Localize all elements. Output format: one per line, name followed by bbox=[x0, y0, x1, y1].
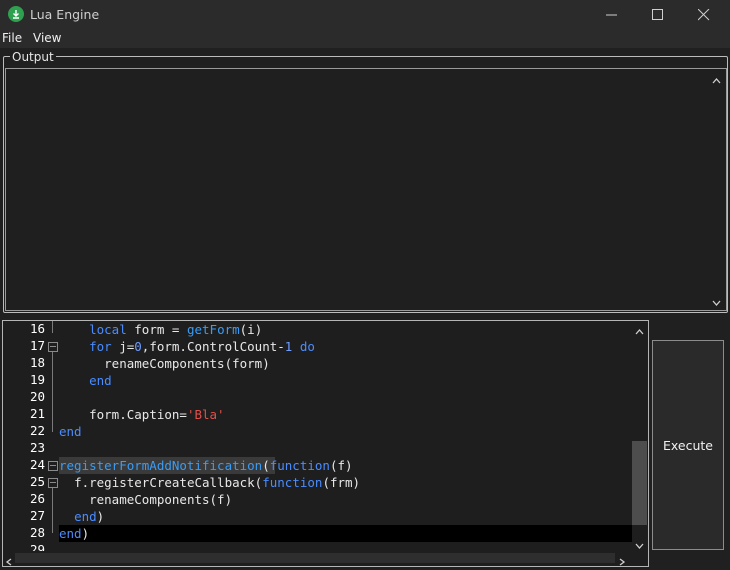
splitter-grip-icon[interactable] bbox=[348, 314, 382, 328]
code-text: f.registerCreateCallback( bbox=[74, 475, 263, 490]
maximize-icon bbox=[652, 9, 663, 20]
code-line: form.Caption='Bla' bbox=[59, 406, 629, 423]
scroll-down-icon[interactable] bbox=[632, 537, 647, 549]
scroll-up-icon[interactable] bbox=[709, 72, 724, 84]
scroll-left-icon[interactable] bbox=[3, 553, 15, 566]
menu-view[interactable]: View bbox=[33, 31, 61, 45]
line-number: 18 bbox=[29, 355, 45, 370]
code-string: 'Bla' bbox=[186, 407, 225, 422]
code-keyword: end bbox=[59, 526, 82, 541]
code-text: (f) bbox=[329, 458, 353, 473]
fold-icon[interactable] bbox=[48, 342, 58, 352]
code-text: renameComponents(form) bbox=[104, 356, 270, 371]
close-icon bbox=[698, 9, 710, 21]
code-keyword: local bbox=[89, 322, 127, 337]
line-number: 25 bbox=[29, 474, 45, 489]
line-number: 26 bbox=[29, 491, 45, 506]
scroll-up-icon[interactable] bbox=[632, 323, 647, 335]
output-scrollbar[interactable] bbox=[709, 69, 724, 309]
scroll-right-icon[interactable] bbox=[616, 553, 628, 566]
code-text: form = bbox=[126, 322, 187, 337]
code-line: f.registerCreateCallback(function(frm) bbox=[59, 474, 629, 491]
line-number: 28 bbox=[29, 525, 45, 540]
code-line: renameComponents(f) bbox=[59, 491, 629, 508]
code-text: j= bbox=[111, 339, 135, 354]
code-keyword: for bbox=[89, 339, 112, 354]
code-text: ) bbox=[81, 526, 90, 541]
output-textarea[interactable] bbox=[5, 68, 727, 311]
code-text: (frm) bbox=[322, 475, 361, 490]
execute-button[interactable]: Execute bbox=[652, 340, 724, 550]
app-download-icon bbox=[8, 6, 24, 22]
close-button[interactable] bbox=[681, 0, 727, 30]
code-text: ( bbox=[262, 458, 270, 473]
output-label: Output bbox=[10, 50, 56, 64]
code-text: ,form.ControlCount- bbox=[141, 339, 285, 354]
code-line: end bbox=[59, 423, 629, 440]
code-function: registerFormAddNotification bbox=[59, 458, 263, 473]
window-title: Lua Engine bbox=[30, 7, 100, 22]
code-editor[interactable]: 16 17 18 19 20 21 22 23 24 25 26 27 28 2… bbox=[2, 320, 649, 567]
code-function: getForm bbox=[186, 322, 240, 337]
minimize-button[interactable] bbox=[589, 0, 635, 30]
menu-bar bbox=[0, 30, 730, 48]
code-line: end) bbox=[59, 508, 629, 525]
minimize-icon bbox=[606, 14, 617, 16]
line-number: 17 bbox=[29, 338, 45, 353]
code-keyword: do bbox=[299, 339, 315, 354]
scroll-down-icon[interactable] bbox=[709, 294, 724, 306]
line-number: 20 bbox=[29, 389, 45, 404]
editor-horizontal-scroll-thumb[interactable] bbox=[15, 553, 615, 563]
line-number: 24 bbox=[29, 457, 45, 472]
code-text: form.Caption= bbox=[89, 407, 187, 422]
code-line: renameComponents(form) bbox=[59, 355, 629, 372]
maximize-button[interactable] bbox=[635, 0, 681, 30]
line-number: 19 bbox=[29, 372, 45, 387]
code-keyword: end bbox=[59, 424, 82, 439]
code-keyword: end bbox=[89, 373, 112, 388]
line-number: 27 bbox=[29, 508, 45, 523]
code-text: renameComponents(f) bbox=[89, 492, 233, 507]
code-text: ) bbox=[96, 509, 105, 524]
code-line: local form = getForm(i) bbox=[59, 321, 629, 338]
code-line: end bbox=[59, 372, 629, 389]
code-line: for j=0,form.ControlCount-1 do bbox=[59, 338, 629, 355]
fold-guide bbox=[52, 352, 53, 432]
line-number: 16 bbox=[29, 321, 45, 336]
fold-guide bbox=[52, 321, 53, 333]
line-number: 23 bbox=[29, 440, 45, 455]
line-number: 21 bbox=[29, 406, 45, 421]
fold-icon[interactable] bbox=[48, 478, 58, 488]
menu-file[interactable]: File bbox=[2, 31, 22, 45]
line-number: 22 bbox=[29, 423, 45, 438]
code-keyword: function bbox=[269, 458, 330, 473]
code-number: 0 bbox=[134, 339, 142, 354]
fold-guide bbox=[52, 488, 53, 533]
code-line: end) bbox=[59, 525, 629, 542]
editor-vertical-scroll-thumb[interactable] bbox=[632, 441, 647, 525]
code-keyword: function bbox=[262, 475, 323, 490]
code-keyword: end bbox=[74, 509, 97, 524]
code-text: (i) bbox=[239, 322, 263, 337]
fold-icon[interactable] bbox=[48, 461, 58, 471]
code-line: registerFormAddNotification(function(f) bbox=[59, 457, 629, 474]
